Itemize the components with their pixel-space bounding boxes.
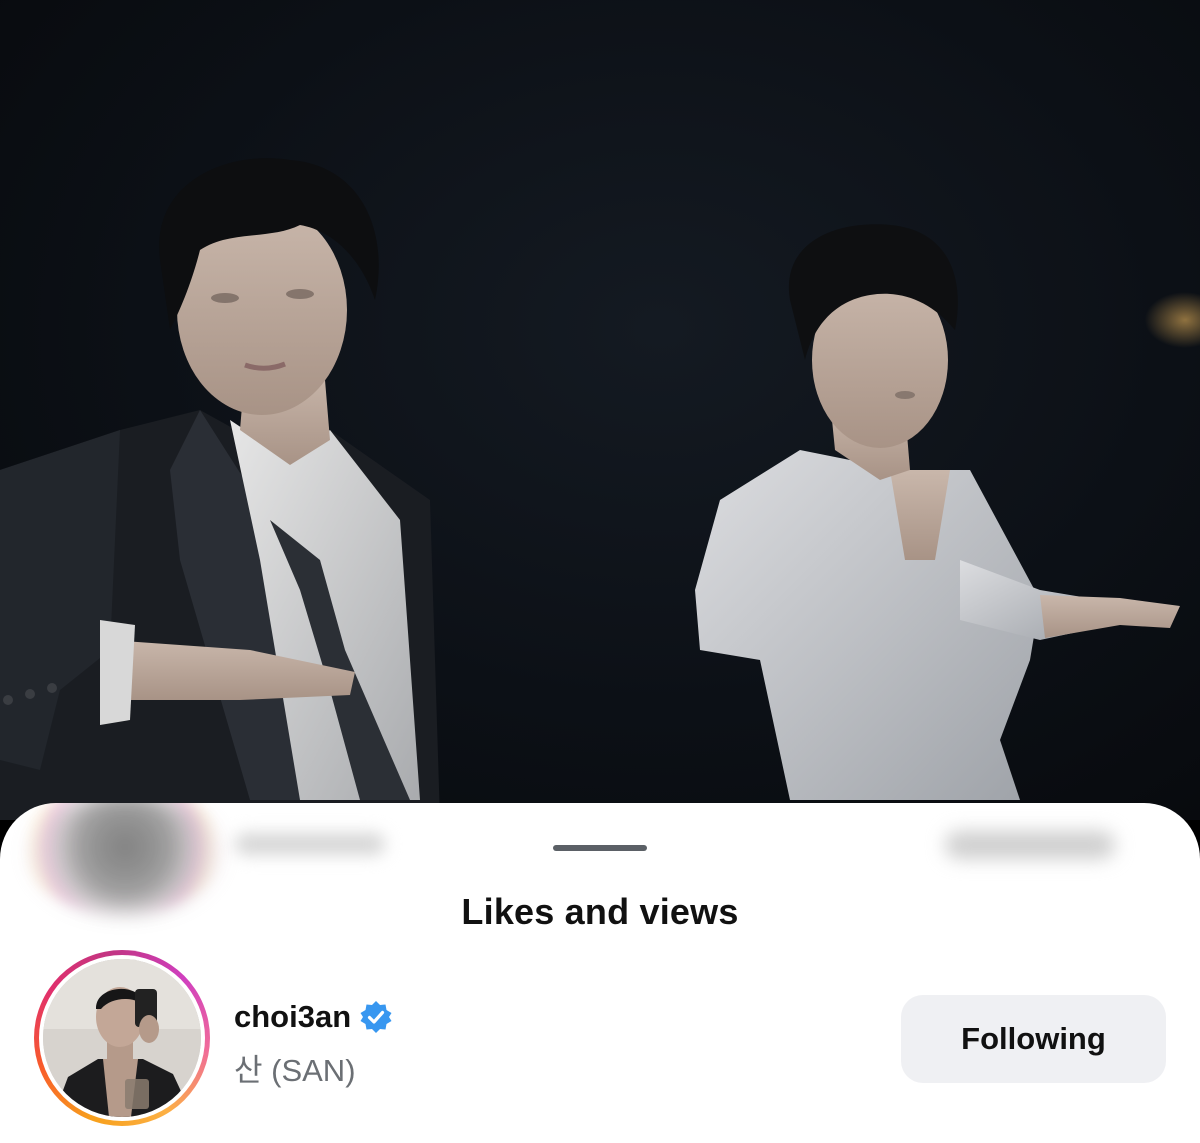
screen: Likes and views choi3an 산 (SAN) Followin… bbox=[0, 0, 1200, 1143]
blurred-label bbox=[945, 831, 1115, 859]
following-button[interactable]: Following bbox=[901, 995, 1166, 1083]
video-scene bbox=[0, 158, 1200, 820]
likes-and-views-sheet: Likes and views choi3an 산 (SAN) Followin… bbox=[0, 803, 1200, 1143]
verified-badge-icon bbox=[359, 1000, 393, 1034]
story-ring[interactable] bbox=[34, 950, 210, 1126]
sheet-grabber-handle[interactable] bbox=[553, 845, 647, 851]
blurred-username bbox=[235, 833, 385, 855]
sheet-title: Likes and views bbox=[461, 891, 739, 932]
profile-photo-avatar[interactable] bbox=[43, 959, 201, 1117]
full-name: 산 (SAN) bbox=[234, 1053, 356, 1088]
story-video-frame[interactable] bbox=[0, 0, 1200, 820]
username[interactable]: choi3an bbox=[234, 999, 351, 1035]
username-row[interactable]: choi3an bbox=[234, 999, 393, 1035]
